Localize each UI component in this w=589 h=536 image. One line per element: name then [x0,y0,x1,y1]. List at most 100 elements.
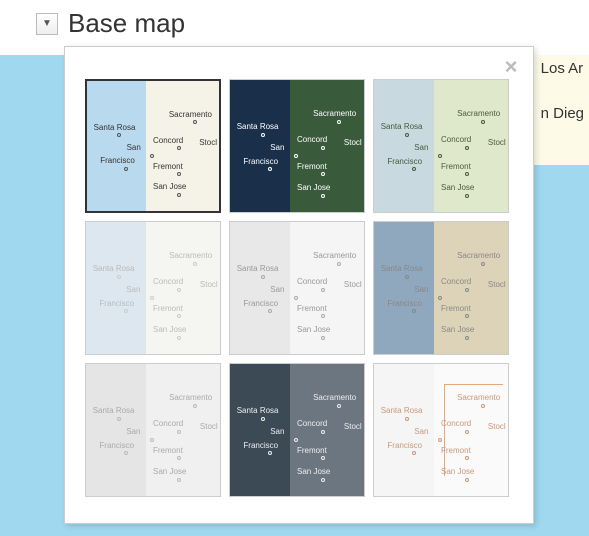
bg-city-sd: n Dieg [541,105,584,122]
city-label: Santa Rosa [237,122,279,131]
city-label: San [414,427,428,436]
style-option-satellite[interactable]: SacramentoSanta RosaConcordStoclSanFranc… [229,79,365,213]
city-label: Fremont [441,446,471,455]
city-marker-icon [193,120,197,124]
city-label: San [414,285,428,294]
style-option-tan[interactable]: SacramentoSanta RosaConcordStoclSanFranc… [373,221,509,355]
city-marker-icon [337,262,341,266]
city-marker-icon [465,336,469,340]
city-label: Santa Rosa [237,406,279,415]
city-label: Sacramento [169,251,212,260]
city-label: Sacramento [457,251,500,260]
style-option-dark[interactable]: SacramentoSanta RosaConcordStoclSanFranc… [229,363,365,497]
city-marker-icon [321,478,325,482]
city-marker-icon [117,275,121,279]
city-marker-icon [412,167,416,171]
city-label: San [270,427,284,436]
city-label: Santa Rosa [381,264,423,273]
city-label: Stocl [200,422,218,431]
city-marker-icon [261,275,265,279]
close-icon[interactable]: × [499,55,523,79]
style-option-orange[interactable]: SacramentoSanta RosaConcordStoclSanFranc… [373,363,509,497]
style-option-light[interactable]: SacramentoSanta RosaConcordStoclSanFranc… [85,221,221,355]
city-label: Francisco [243,441,278,450]
city-label: San Jose [441,467,474,476]
city-label: Fremont [153,304,183,313]
city-label: Francisco [387,441,422,450]
city-marker-icon [321,194,325,198]
basemap-picker-panel: × Sacramento Santa Rosa Concord Stocl San Fra… [64,46,534,524]
city-label: San Jose [153,467,186,476]
city-label: San [126,427,140,436]
city-label: Stocl [344,138,362,147]
style-option-classic[interactable]: SacramentoSanta RosaConcordStoclSanFranc… [85,79,221,213]
style-option-muted[interactable]: SacramentoSanta RosaConcordStoclSanFranc… [85,363,221,497]
city-marker-icon [405,133,409,137]
city-label: Fremont [297,162,327,171]
city-marker-icon [177,193,181,197]
city-label: Sacramento [313,109,356,118]
city-label: Santa Rosa [94,123,136,132]
city-label: Sacramento [169,110,212,119]
city-marker-icon [177,146,181,150]
city-marker-icon [481,262,485,266]
page-title: Base map [68,8,185,39]
city-marker-icon [177,172,181,176]
style-option-terrain[interactable]: SacramentoSanta RosaConcordStoclSanFranc… [373,79,509,213]
city-label: San Jose [441,183,474,192]
city-label: Stocl [199,138,217,147]
city-marker-icon [337,404,341,408]
city-marker-icon [321,336,325,340]
city-label: Santa Rosa [93,264,135,273]
city-label: Francisco [100,156,135,165]
city-marker-icon [481,404,485,408]
city-label: Concord [441,419,471,428]
city-label: Francisco [243,157,278,166]
city-label: Fremont [297,304,327,313]
city-label: Santa Rosa [237,264,279,273]
city-marker-icon [193,262,197,266]
city-label: Santa Rosa [93,406,135,415]
dropdown-toggle[interactable]: ▼ [36,13,58,35]
city-label: Concord [441,277,471,286]
city-label: Fremont [153,446,183,455]
style-option-gray[interactable]: SacramentoSanta RosaConcordStoclSanFranc… [229,221,365,355]
city-marker-icon [261,417,265,421]
city-label: Stocl [488,138,506,147]
city-label: San Jose [297,183,330,192]
city-label: Francisco [99,441,134,450]
city-label: Stocl [200,280,218,289]
city-marker-icon [117,417,121,421]
city-label: Francisco [387,299,422,308]
city-label: Concord [297,419,327,428]
city-marker-icon [177,336,181,340]
city-marker-icon [124,309,128,313]
city-marker-icon [124,451,128,455]
bg-cities: Los Ar n Dieg [541,60,584,122]
city-label: Sacramento [313,393,356,402]
city-marker-icon [412,451,416,455]
city-marker-icon [405,417,409,421]
city-label: Concord [441,135,471,144]
city-marker-icon [177,478,181,482]
city-label: Sacramento [313,251,356,260]
city-marker-icon [337,120,341,124]
city-label: San Jose [297,467,330,476]
city-label: Santa Rosa [381,406,423,415]
city-label: Stocl [344,280,362,289]
city-marker-icon [268,167,272,171]
city-label: San Jose [297,325,330,334]
city-marker-icon [124,167,128,171]
city-marker-icon [412,309,416,313]
city-label: San [126,285,140,294]
city-label: Francisco [387,157,422,166]
city-marker-icon [193,404,197,408]
city-label: Santa Rosa [381,122,423,131]
city-label: San Jose [153,325,186,334]
city-marker-icon [465,478,469,482]
city-label: San [270,143,284,152]
city-label: Concord [297,277,327,286]
bg-city-la: Los Ar [541,60,584,77]
header: ▼ Base map [36,8,185,39]
city-label: Fremont [297,446,327,455]
